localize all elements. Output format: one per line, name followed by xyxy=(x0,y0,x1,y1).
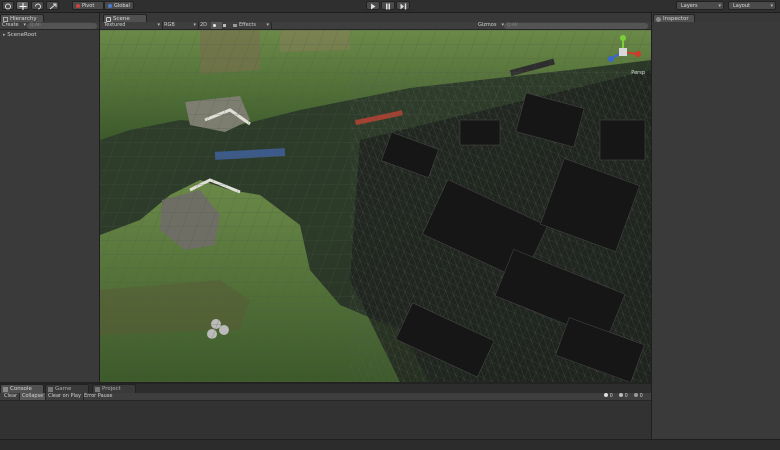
scene-search-input[interactable]: Q:All xyxy=(504,23,648,29)
folder-icon xyxy=(95,387,100,392)
globe-icon xyxy=(108,4,112,8)
warning-count: 0 xyxy=(624,393,628,399)
step-icon xyxy=(400,3,406,10)
hand-tool-button[interactable] xyxy=(2,1,14,10)
play-button[interactable] xyxy=(366,1,380,10)
shading-mode-dropdown[interactable]: Textured xyxy=(102,22,163,29)
scene-render xyxy=(100,30,651,382)
effects-dropdown[interactable]: Effects xyxy=(231,22,272,29)
hierarchy-search-placeholder: Q:All xyxy=(30,23,41,28)
speaker-icon xyxy=(223,24,226,27)
console-tab-label: Console xyxy=(10,386,32,392)
step-button[interactable] xyxy=(396,1,410,10)
shading-mode-label: Textured xyxy=(104,22,126,28)
layout-label: Layout xyxy=(733,3,750,9)
gizmos-label: Gizmos xyxy=(478,22,497,28)
pivot-label: Pivot xyxy=(82,3,95,9)
console-log-area[interactable] xyxy=(0,401,651,439)
inspector-panel xyxy=(652,22,780,439)
game-tab-label: Game xyxy=(55,386,72,392)
clear-on-play-button[interactable]: Clear on Play xyxy=(46,393,84,400)
tab-game[interactable]: Game xyxy=(45,384,89,393)
status-bar xyxy=(0,439,780,450)
hierarchy-list: ▸ SceneRoot xyxy=(0,30,99,384)
effects-label: Effects xyxy=(239,22,256,28)
collapse-label: Collapse xyxy=(22,393,44,399)
error-pause-button[interactable]: Error Pause xyxy=(82,393,114,400)
move-tool-button[interactable] xyxy=(16,1,29,10)
console-toolbar: Clear Collapse Clear on Play Error Pause… xyxy=(0,393,651,401)
hand-icon xyxy=(5,3,11,10)
gizmos-dropdown[interactable]: Gizmos xyxy=(476,22,506,29)
render-mode-label: RGB xyxy=(164,22,175,28)
rotate-tool-button[interactable] xyxy=(31,1,44,10)
render-mode-dropdown[interactable]: RGB xyxy=(162,22,199,29)
rotate-icon xyxy=(34,3,41,10)
pivot-toggle[interactable]: Pivot xyxy=(72,1,104,10)
layers-label: Layers xyxy=(681,3,698,9)
pause-icon xyxy=(386,3,390,10)
hierarchy-item-label: SceneRoot xyxy=(7,32,37,38)
clear-button[interactable]: Clear xyxy=(2,393,21,400)
hierarchy-item-sceneroot[interactable]: ▸ SceneRoot xyxy=(0,31,102,39)
pause-button[interactable] xyxy=(381,1,395,10)
layers-dropdown[interactable]: Layers xyxy=(676,1,724,11)
expand-arrow-icon: ▸ xyxy=(3,32,6,38)
create-dropdown[interactable]: Create xyxy=(0,22,28,29)
move-icon xyxy=(19,3,26,10)
log-count: 0 xyxy=(609,393,613,399)
info-count-icon xyxy=(604,393,608,397)
error-count-toggle[interactable]: 0 xyxy=(632,393,650,400)
effects-icon xyxy=(233,24,237,27)
scene-viewport[interactable]: Persp xyxy=(100,30,651,382)
tab-console[interactable]: Console xyxy=(0,384,44,393)
console-icon xyxy=(3,387,8,392)
projection-label[interactable]: Persp xyxy=(631,70,645,76)
hierarchy-toolbar: Create Q:All xyxy=(0,22,99,30)
sun-icon xyxy=(213,24,216,27)
layout-dropdown[interactable]: Layout xyxy=(728,1,776,11)
collapse-button[interactable]: Collapse xyxy=(20,393,47,400)
project-tab-label: Project xyxy=(102,386,121,392)
pivot-icon xyxy=(76,4,80,8)
global-toggle[interactable]: Global xyxy=(104,1,134,10)
scene-search-placeholder: Q:All xyxy=(507,23,518,28)
error-pause-label: Error Pause xyxy=(84,393,113,399)
clear-on-play-label: Clear on Play xyxy=(48,393,81,399)
scale-tool-button[interactable] xyxy=(46,1,59,10)
scale-icon xyxy=(49,3,56,10)
global-label: Global xyxy=(114,3,130,9)
main-toolbar: Pivot Global Layers Layout xyxy=(0,0,780,13)
clear-label: Clear xyxy=(4,393,18,399)
error-count: 0 xyxy=(639,393,643,399)
toggle-2d-label: 2D xyxy=(200,22,208,28)
create-label: Create xyxy=(2,22,19,28)
play-icon xyxy=(371,3,376,10)
tab-project[interactable]: Project xyxy=(92,384,136,393)
game-icon xyxy=(48,387,53,392)
hierarchy-search-input[interactable]: Q:All xyxy=(27,23,97,29)
error-icon xyxy=(634,393,638,397)
scene-toolbar: Textured RGB 2D Effects Gizmos Q:All xyxy=(100,22,651,30)
warning-icon xyxy=(619,393,623,397)
